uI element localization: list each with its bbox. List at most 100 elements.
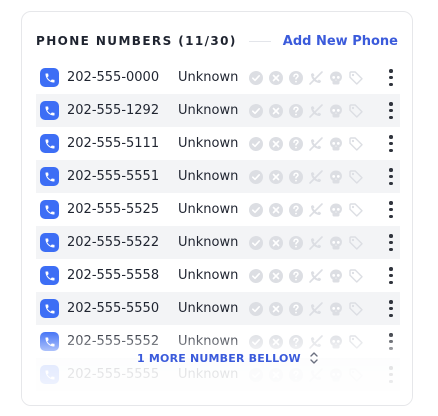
more-vertical-icon[interactable]	[389, 102, 393, 119]
tag-icon[interactable]	[348, 136, 364, 152]
phone-number: 202-555-1292	[67, 103, 160, 118]
more-vertical-icon[interactable]	[389, 333, 393, 350]
status-icons	[248, 268, 364, 284]
question-circle-icon[interactable]	[288, 334, 304, 350]
phone-numbers-card: PHONE NUMBERS (11/30) Add New Phone 202-…	[21, 11, 413, 406]
x-circle-icon[interactable]	[268, 202, 284, 218]
check-circle-icon[interactable]	[248, 235, 264, 251]
question-circle-icon[interactable]	[288, 367, 304, 383]
add-new-phone-link[interactable]: Add New Phone	[283, 34, 398, 49]
skull-icon[interactable]	[328, 268, 344, 284]
phone-number: 202-555-5555	[67, 367, 160, 382]
question-circle-icon[interactable]	[288, 202, 304, 218]
more-vertical-icon[interactable]	[389, 168, 393, 185]
question-circle-icon[interactable]	[288, 301, 304, 317]
tag-icon[interactable]	[348, 334, 364, 350]
more-numbers-label: 1 MORE NUMBER BELLOW	[137, 351, 301, 365]
x-circle-icon[interactable]	[268, 334, 284, 350]
status-icons	[248, 235, 364, 251]
more-vertical-icon[interactable]	[389, 300, 393, 317]
skull-icon[interactable]	[328, 136, 344, 152]
no-call-icon[interactable]	[308, 202, 324, 218]
skull-icon[interactable]	[328, 70, 344, 86]
phone-icon	[40, 68, 59, 87]
phone-row: 202-555-0000 Unknown	[36, 61, 400, 94]
tag-icon[interactable]	[348, 367, 364, 383]
check-circle-icon[interactable]	[248, 202, 264, 218]
section-title: PHONE NUMBERS (11/30)	[36, 34, 237, 48]
skull-icon[interactable]	[328, 202, 344, 218]
tag-icon[interactable]	[348, 235, 364, 251]
x-circle-icon[interactable]	[268, 235, 284, 251]
no-call-icon[interactable]	[308, 367, 324, 383]
check-circle-icon[interactable]	[248, 334, 264, 350]
more-vertical-icon[interactable]	[389, 267, 393, 284]
phone-row: 202-555-5525 Unknown	[36, 193, 400, 226]
phone-number: 202-555-5111	[67, 136, 160, 151]
phone-icon	[40, 332, 59, 351]
tag-icon[interactable]	[348, 103, 364, 119]
question-circle-icon[interactable]	[288, 70, 304, 86]
x-circle-icon[interactable]	[268, 103, 284, 119]
no-call-icon[interactable]	[308, 136, 324, 152]
no-call-icon[interactable]	[308, 235, 324, 251]
x-circle-icon[interactable]	[268, 268, 284, 284]
tag-icon[interactable]	[348, 202, 364, 218]
phone-icon	[40, 266, 59, 285]
tag-icon[interactable]	[348, 70, 364, 86]
x-circle-icon[interactable]	[268, 301, 284, 317]
tag-icon[interactable]	[348, 169, 364, 185]
check-circle-icon[interactable]	[248, 103, 264, 119]
phone-row: 202-555-1292 Unknown	[36, 94, 400, 127]
tag-icon[interactable]	[348, 301, 364, 317]
x-circle-icon[interactable]	[268, 70, 284, 86]
skull-icon[interactable]	[328, 334, 344, 350]
skull-icon[interactable]	[328, 235, 344, 251]
x-circle-icon[interactable]	[268, 136, 284, 152]
check-circle-icon[interactable]	[248, 169, 264, 185]
check-circle-icon[interactable]	[248, 367, 264, 383]
phone-icon	[40, 365, 59, 384]
phone-row: 202-555-5550 Unknown	[36, 292, 400, 325]
skull-icon[interactable]	[328, 169, 344, 185]
more-vertical-icon[interactable]	[389, 366, 393, 383]
status-icons	[248, 169, 364, 185]
tag-icon[interactable]	[348, 268, 364, 284]
no-call-icon[interactable]	[308, 301, 324, 317]
more-vertical-icon[interactable]	[389, 201, 393, 218]
skull-icon[interactable]	[328, 367, 344, 383]
phone-status: Unknown	[178, 136, 239, 151]
status-icons	[248, 70, 364, 86]
skull-icon[interactable]	[328, 301, 344, 317]
more-numbers-indicator[interactable]: 1 MORE NUMBER BELLOW	[137, 350, 319, 366]
phone-number: 202-555-5550	[67, 301, 160, 316]
skull-icon[interactable]	[328, 103, 344, 119]
phone-status: Unknown	[178, 202, 239, 217]
no-call-icon[interactable]	[308, 103, 324, 119]
x-circle-icon[interactable]	[268, 367, 284, 383]
no-call-icon[interactable]	[308, 169, 324, 185]
phone-status: Unknown	[178, 235, 239, 250]
no-call-icon[interactable]	[308, 70, 324, 86]
more-vertical-icon[interactable]	[389, 234, 393, 251]
question-circle-icon[interactable]	[288, 103, 304, 119]
no-call-icon[interactable]	[308, 334, 324, 350]
phone-number: 202-555-5558	[67, 268, 160, 283]
question-circle-icon[interactable]	[288, 235, 304, 251]
more-vertical-icon[interactable]	[389, 135, 393, 152]
check-circle-icon[interactable]	[248, 136, 264, 152]
phone-icon	[40, 101, 59, 120]
more-vertical-icon[interactable]	[389, 69, 393, 86]
phone-row: 202-555-5522 Unknown	[36, 226, 400, 259]
x-circle-icon[interactable]	[268, 169, 284, 185]
check-circle-icon[interactable]	[248, 301, 264, 317]
question-circle-icon[interactable]	[288, 268, 304, 284]
check-circle-icon[interactable]	[248, 268, 264, 284]
phone-number: 202-555-5551	[67, 169, 160, 184]
status-icons	[248, 301, 364, 317]
question-circle-icon[interactable]	[288, 169, 304, 185]
check-circle-icon[interactable]	[248, 70, 264, 86]
no-call-icon[interactable]	[308, 268, 324, 284]
question-circle-icon[interactable]	[288, 136, 304, 152]
phone-status: Unknown	[178, 103, 239, 118]
